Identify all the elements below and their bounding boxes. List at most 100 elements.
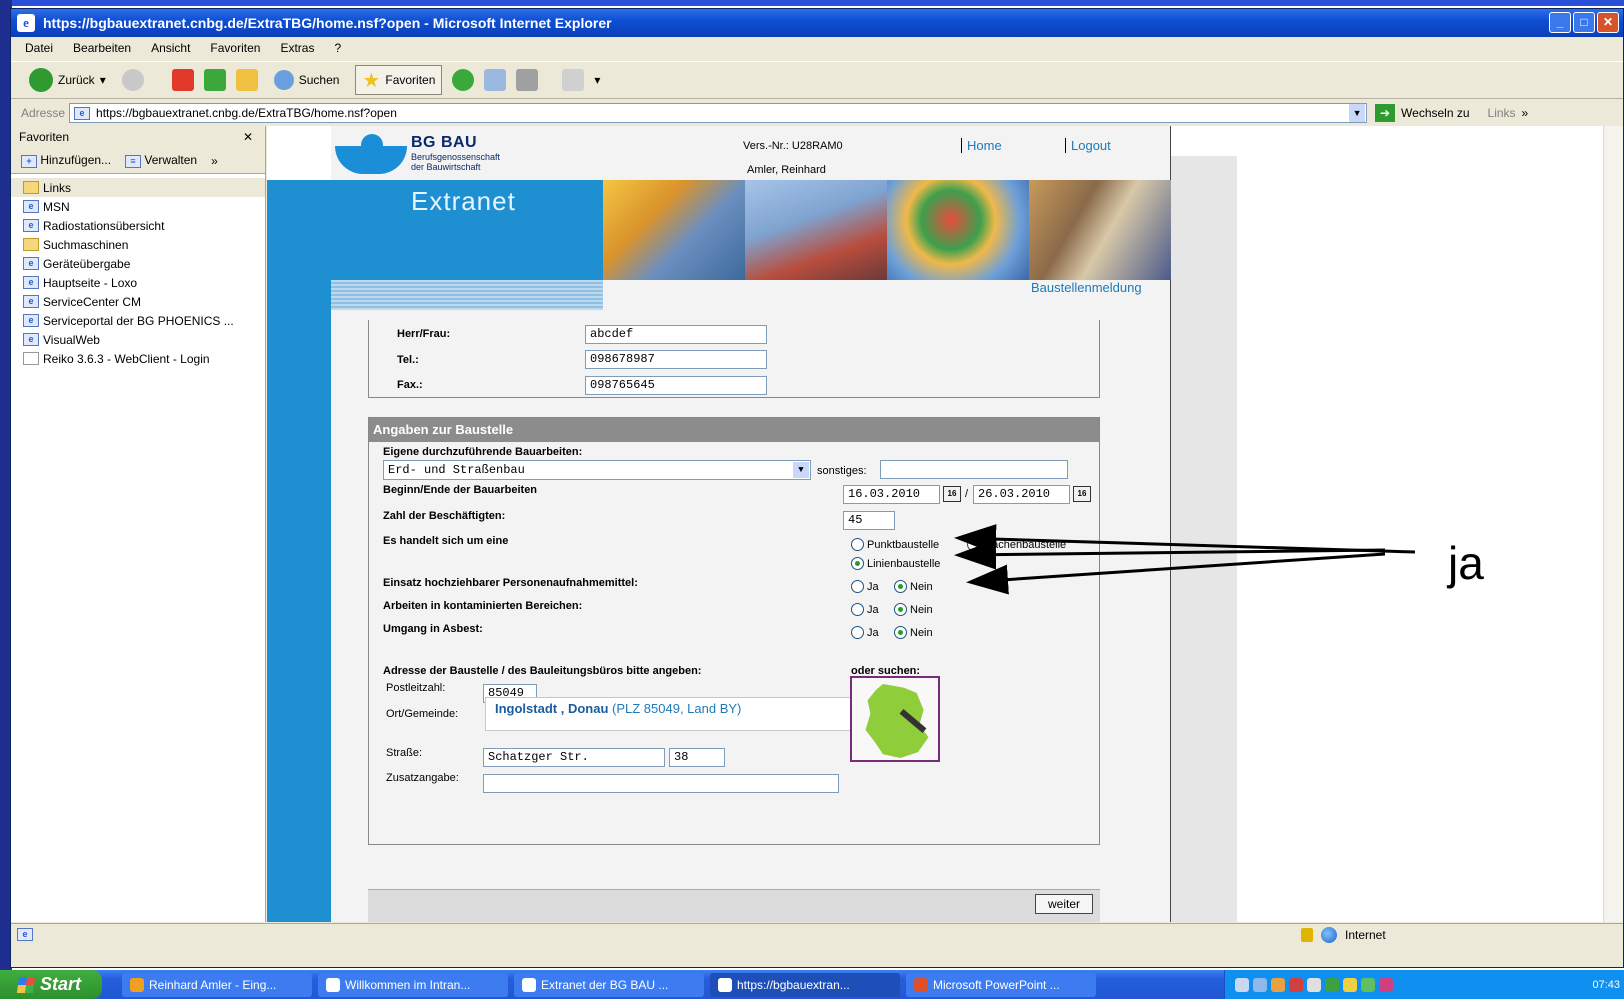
taskbar-item[interactable]: Microsoft PowerPoint ...	[906, 972, 1096, 997]
taskbar-item[interactable]: Reinhard Amler - Eing...	[122, 972, 312, 997]
radio-q3-ja[interactable]: Ja	[851, 626, 879, 639]
close-icon[interactable]: ✕	[1597, 12, 1619, 33]
calendar-icon[interactable]: 16	[943, 486, 961, 502]
vertical-scrollbar[interactable]	[1603, 126, 1623, 922]
tray-icon[interactable]	[1307, 977, 1321, 992]
baustellenmeldung-link[interactable]: Baustellenmeldung	[1031, 280, 1142, 295]
fax-input[interactable]: 098765645	[585, 376, 767, 395]
tray-icon[interactable]	[1271, 977, 1285, 992]
favorite-item[interactable]: e Radiostationsübersicht	[11, 216, 265, 235]
next-button[interactable]: weiter	[1035, 894, 1093, 914]
links-button[interactable]: Links	[1488, 106, 1516, 120]
other-input[interactable]	[880, 460, 1068, 479]
chevron-right-icon[interactable]: »	[1522, 106, 1529, 120]
favorite-label: Links	[43, 180, 72, 195]
radio-q1-ja[interactable]: Ja	[851, 580, 879, 593]
radio-q2-ja[interactable]: Ja	[851, 603, 879, 616]
start-date-input[interactable]: 16.03.2010	[843, 485, 940, 504]
suggestion-city: Ingolstadt , Donau	[495, 701, 609, 716]
favorites-button[interactable]: ★ Favoriten	[355, 65, 443, 95]
radio-linienbaustelle[interactable]: Linienbaustelle	[851, 557, 940, 570]
radio-flaechenbaustelle[interactable]: Flächenbaustelle	[967, 538, 1066, 551]
calendar-icon[interactable]: 16	[1073, 486, 1091, 502]
employees-label: Zahl der Beschäftigten:	[383, 510, 506, 522]
manage-favorites-label: Verwalten	[144, 153, 198, 167]
home-icon[interactable]	[235, 69, 258, 91]
favorite-item[interactable]: e VisualWeb	[11, 330, 265, 349]
address-input[interactable]: e https://bgbauextranet.cnbg.de/ExtraTBG…	[69, 103, 1368, 123]
start-button[interactable]: Start	[0, 970, 102, 999]
edit-icon[interactable]	[562, 69, 585, 91]
menu-ansicht[interactable]: Ansicht	[151, 41, 190, 55]
tray-icon[interactable]	[1343, 977, 1357, 992]
tel-input[interactable]: 098678987	[585, 350, 767, 369]
favorite-item[interactable]: Links	[11, 178, 265, 197]
menu-bearbeiten[interactable]: Bearbeiten	[73, 41, 131, 55]
germany-map-search[interactable]	[850, 676, 940, 762]
page-icon: e	[74, 106, 91, 120]
favorite-item[interactable]: e Geräteübergabe	[11, 254, 265, 273]
radio-q1-nein[interactable]: Nein	[894, 580, 933, 593]
herr-input[interactable]: abcdef	[585, 325, 767, 344]
mail-icon[interactable]	[484, 69, 507, 91]
menu-help[interactable]: ?	[334, 41, 341, 55]
stop-icon[interactable]	[171, 69, 194, 91]
favorite-label: ServiceCenter CM	[43, 294, 142, 309]
tray-icon[interactable]	[1289, 977, 1303, 992]
home-link[interactable]: Home	[961, 138, 1065, 153]
chevron-down-icon[interactable]: ▼	[1349, 104, 1366, 122]
taskbar-item[interactable]: Extranet der BG BAU ...	[514, 972, 704, 997]
q3-label: Umgang in Asbest:	[383, 623, 483, 635]
street-input[interactable]: Schatzger Str.	[483, 748, 665, 767]
city-suggestion[interactable]: Ingolstadt , Donau (PLZ 85049, Land BY)	[485, 697, 883, 731]
menu-extras[interactable]: Extras	[280, 41, 314, 55]
radio-label: Punktbaustelle	[867, 538, 940, 551]
add-favorite-button[interactable]: + Hinzufügen...	[21, 153, 111, 168]
radio-dot	[851, 538, 864, 551]
favorite-item[interactable]: e Serviceportal der BG PHOENICS ...	[11, 311, 265, 330]
house-number-input[interactable]: 38	[669, 748, 725, 767]
tray-icon[interactable]	[1325, 977, 1339, 992]
end-date-input[interactable]: 26.03.2010	[973, 485, 1070, 504]
favorite-item[interactable]: e Hauptseite - Loxo	[11, 273, 265, 292]
bg-bau-logo[interactable]: BG BAU Berufsgenossenschaft der Bauwirts…	[335, 134, 500, 174]
close-icon[interactable]: ✕	[243, 130, 253, 144]
works-select[interactable]: Erd- und Straßenbau ▼	[383, 460, 811, 480]
system-tray: 07:43	[1224, 970, 1624, 999]
back-button[interactable]: Zurück ▾	[23, 65, 112, 95]
favorite-label: Reiko 3.6.3 - WebClient - Login	[43, 351, 210, 366]
minimize-icon[interactable]: _	[1549, 12, 1571, 33]
taskbar-item[interactable]: Willkommen im Intran...	[318, 972, 508, 997]
tray-icon[interactable]	[1235, 977, 1249, 992]
employees-input[interactable]: 45	[843, 511, 895, 530]
menu-datei[interactable]: Datei	[25, 41, 53, 55]
forward-arrow-icon[interactable]	[121, 69, 144, 91]
logo-swoosh-icon	[335, 134, 407, 174]
tray-icon[interactable]	[1361, 977, 1375, 992]
logout-link[interactable]: Logout	[1065, 138, 1169, 153]
go-button[interactable]: ➔ Wechseln zu	[1375, 104, 1470, 122]
chevron-right-icon[interactable]: »	[211, 154, 218, 168]
favorite-item[interactable]: e ServiceCenter CM	[11, 292, 265, 311]
chevron-down-icon[interactable]: ▾	[594, 73, 600, 87]
search-button[interactable]: Suchen	[268, 65, 346, 95]
window-title: https://bgbauextranet.cnbg.de/ExtraTBG/h…	[43, 15, 612, 31]
favorite-label: Serviceportal der BG PHOENICS ...	[43, 313, 234, 328]
tray-icon[interactable]	[1253, 977, 1267, 992]
favorite-item[interactable]: Suchmaschinen	[11, 235, 265, 254]
radio-q2-nein[interactable]: Nein	[894, 603, 933, 616]
logo-sub2: der Bauwirtschaft	[411, 162, 481, 172]
radio-q3-nein[interactable]: Nein	[894, 626, 933, 639]
history-icon[interactable]	[452, 69, 475, 91]
manage-favorites-button[interactable]: ≡ Verwalten	[125, 153, 197, 168]
favorite-item[interactable]: Reiko 3.6.3 - WebClient - Login	[11, 349, 265, 368]
refresh-icon[interactable]	[203, 69, 226, 91]
extra-input[interactable]	[483, 774, 839, 793]
radio-punktbaustelle[interactable]: Punktbaustelle	[851, 538, 939, 551]
print-icon[interactable]	[516, 69, 539, 91]
favorite-item[interactable]: e MSN	[11, 197, 265, 216]
taskbar-item[interactable]: https://bgbauextran...	[710, 972, 900, 997]
tray-icon[interactable]	[1379, 977, 1393, 992]
maximize-icon[interactable]: □	[1573, 12, 1595, 33]
menu-favoriten[interactable]: Favoriten	[210, 41, 260, 55]
